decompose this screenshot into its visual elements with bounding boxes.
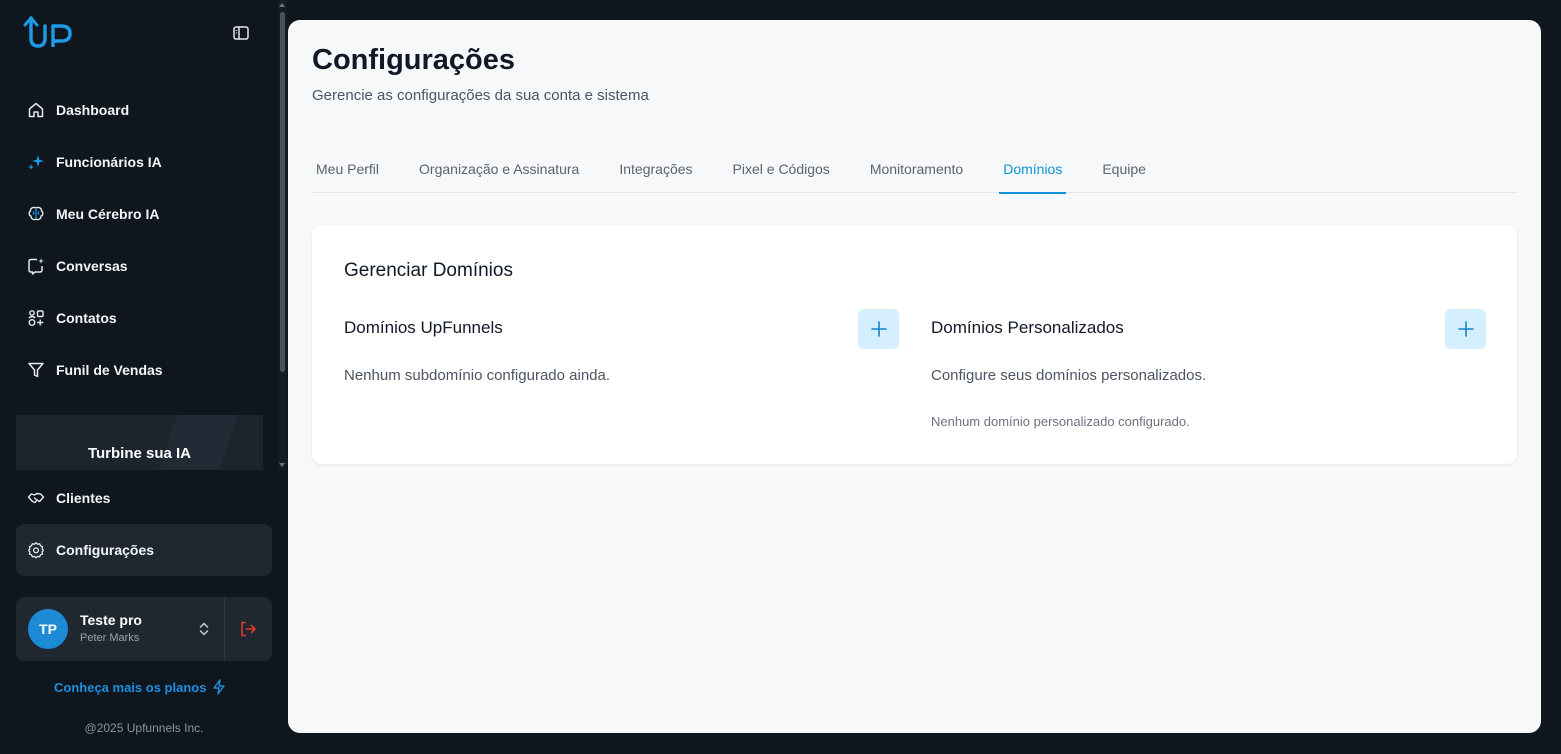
sidebar-item-label: Conversas: [56, 258, 128, 274]
custom-domains-description: Configure seus domínios personalizados.: [931, 367, 1207, 384]
upfunnels-domains-empty: Nenhum subdomínio configurado ainda.: [344, 367, 611, 384]
sidebar-bottom-nav: Clientes Configurações: [16, 472, 272, 576]
chevron-up-down-icon[interactable]: [196, 619, 212, 639]
sidebar-nav: Dashboard Funcionários IA Meu Cérebro IA: [16, 84, 272, 396]
sidebar-item-label: Funil de Vendas: [56, 362, 163, 378]
sidebar-item-contatos[interactable]: Contatos: [16, 292, 272, 344]
user-card-divider: [224, 597, 225, 661]
sidebar-item-funil-de-vendas[interactable]: Funil de Vendas: [16, 344, 272, 396]
logout-icon[interactable]: [238, 619, 258, 639]
sidebar-item-label: Dashboard: [56, 102, 130, 118]
user-subtitle: Peter Marks: [80, 632, 140, 644]
tab-dominios[interactable]: Domínios: [999, 144, 1067, 194]
promo-label: Turbine sua IA: [87, 445, 192, 462]
sidebar-item-label: Clientes: [56, 490, 111, 506]
user-name: Teste pro: [80, 612, 142, 628]
scrollbar-thumb[interactable]: [280, 12, 285, 372]
scroll-up-icon[interactable]: [279, 3, 285, 7]
chat-icon: [27, 257, 45, 275]
funnel-icon: [27, 361, 45, 379]
sidebar-item-configuracoes[interactable]: Configurações: [16, 524, 272, 576]
plus-icon: [870, 321, 887, 337]
sidebar: Dashboard Funcionários IA Meu Cérebro IA: [0, 0, 287, 754]
sidebar-item-label: Configurações: [56, 542, 155, 558]
upfunnels-domains-title: Domínios UpFunnels: [344, 318, 503, 337]
page-title: Configurações: [312, 44, 516, 76]
sidebar-item-label: Funcionários IA: [56, 154, 162, 170]
sidebar-item-label: Meu Cérebro IA: [56, 206, 160, 222]
tab-organizacao-e-assinatura[interactable]: Organização e Assinatura: [415, 144, 583, 193]
settings-tabs: Meu Perfil Organização e Assinatura Inte…: [312, 144, 1517, 194]
sidebar-item-funcionarios-ia[interactable]: Funcionários IA: [16, 136, 272, 188]
sidebar-item-clientes[interactable]: Clientes: [16, 472, 272, 524]
user-card: TP Teste pro Peter Marks: [16, 597, 272, 661]
plus-icon: [1457, 321, 1474, 337]
sidebar-scrollbar[interactable]: [278, 0, 287, 470]
sidebar-item-label: Contatos: [56, 310, 117, 326]
promo-banner[interactable]: Turbine sua IA: [16, 415, 263, 470]
upfunnels-logo[interactable]: [22, 14, 76, 52]
tab-equipe[interactable]: Equipe: [1098, 144, 1150, 193]
custom-domains-title: Domínios Personalizados: [931, 318, 1124, 337]
handshake-icon: [27, 489, 45, 507]
tab-meu-perfil[interactable]: Meu Perfil: [312, 144, 383, 193]
avatar[interactable]: TP: [28, 609, 68, 649]
sidebar-item-meu-cerebro-ia[interactable]: Meu Cérebro IA: [16, 188, 272, 240]
tab-pixel-e-codigos[interactable]: Pixel e Códigos: [729, 144, 834, 193]
add-custom-domain-button[interactable]: [1445, 309, 1486, 349]
plans-link-label: Conheça mais os planos: [54, 679, 207, 695]
gear-icon: [27, 541, 45, 559]
plans-link[interactable]: Conheça mais os planos: [54, 679, 226, 695]
tab-monitoramento[interactable]: Monitoramento: [866, 144, 967, 193]
sparkles-icon: [27, 153, 45, 171]
tab-integracoes[interactable]: Integrações: [615, 144, 696, 193]
add-subdomain-button[interactable]: [858, 309, 899, 349]
domains-card: Gerenciar Domínios Domínios UpFunnels Ne…: [312, 225, 1517, 464]
custom-domains-empty: Nenhum domínio personalizado configurado…: [931, 414, 1190, 429]
main-panel: Configurações Gerencie as configurações …: [288, 20, 1541, 733]
lightning-icon: [213, 679, 226, 695]
sidebar-item-conversas[interactable]: Conversas: [16, 240, 272, 292]
page-subtitle: Gerencie as configurações da sua conta e…: [312, 87, 649, 104]
sidebar-item-dashboard[interactable]: Dashboard: [16, 84, 272, 136]
sidebar-toggle-icon[interactable]: [230, 22, 252, 44]
contacts-icon: [27, 309, 45, 327]
home-icon: [27, 101, 45, 119]
brain-icon: [27, 205, 45, 223]
scroll-down-icon[interactable]: [279, 463, 285, 467]
copyright: @2025 Upfunnels Inc.: [84, 721, 204, 735]
card-title: Gerenciar Domínios: [344, 260, 513, 281]
